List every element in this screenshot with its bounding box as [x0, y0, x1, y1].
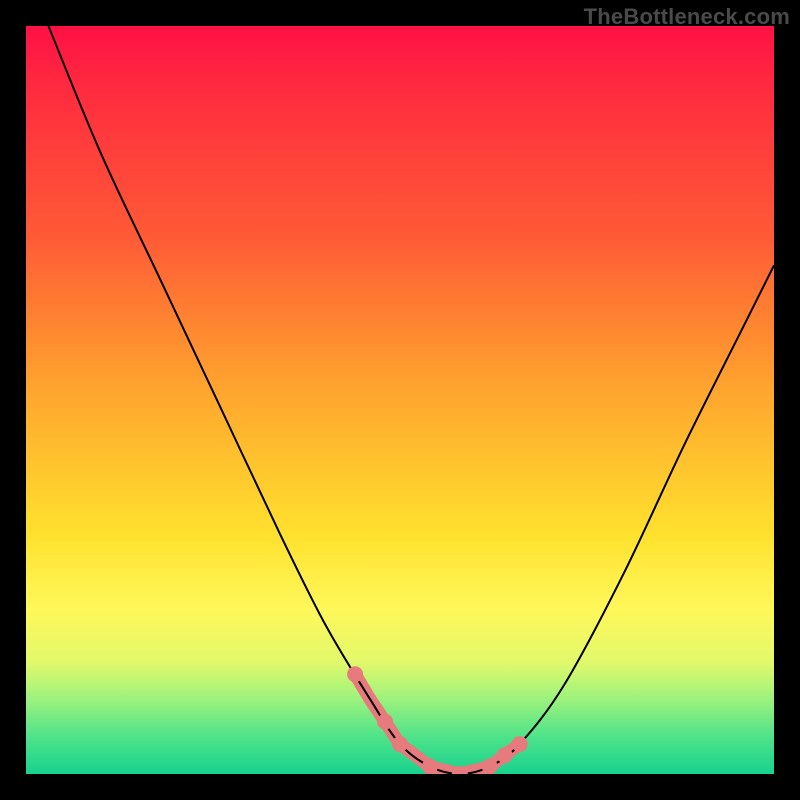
valley-dot [392, 736, 408, 752]
bottleneck-curve-svg [26, 26, 774, 774]
valley-dots [347, 666, 528, 774]
valley-dot [512, 736, 528, 752]
valley-dot [422, 759, 438, 774]
watermark-text: TheBottleneck.com [584, 4, 790, 30]
bottleneck-curve [48, 26, 774, 774]
chart-frame: TheBottleneck.com [0, 0, 800, 800]
valley-dot [347, 666, 363, 682]
valley-dot [482, 759, 498, 774]
valley-dot [497, 747, 513, 763]
plot-area [26, 26, 774, 774]
valley-dot [377, 714, 393, 730]
